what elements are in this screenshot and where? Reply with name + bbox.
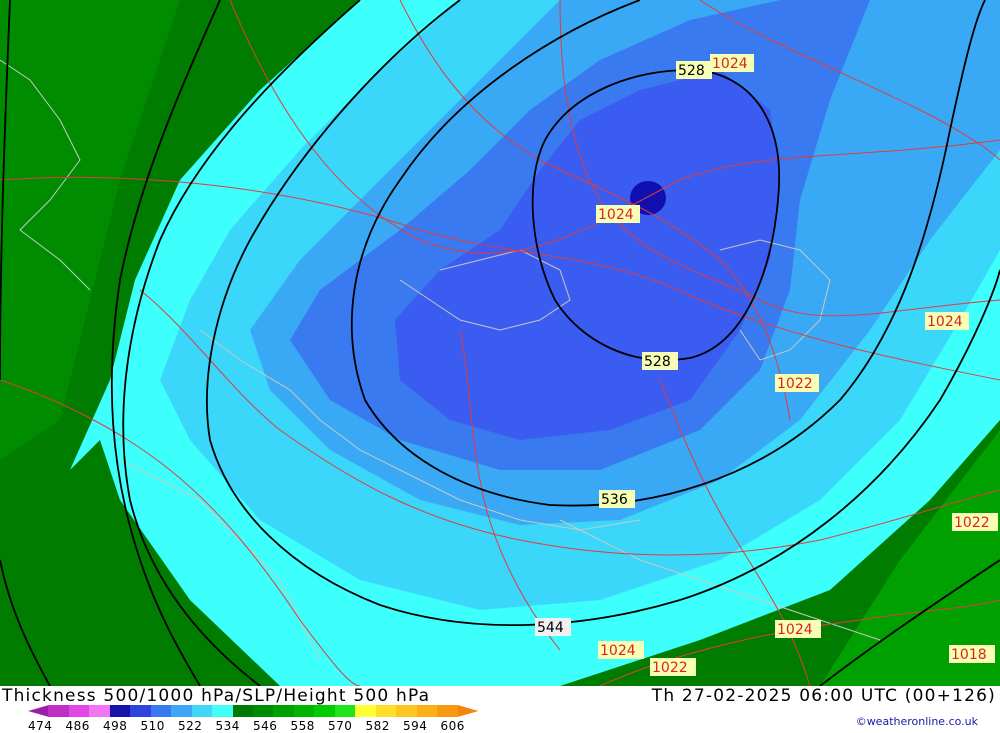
legend-swatch [457,705,479,717]
legend-swatch [109,705,131,717]
color-legend: 474 486 498 510 522 534 546 558 570 582 594 606 [28,705,479,733]
legend-swatch [253,705,274,717]
height-label: 544 [537,620,564,636]
legend-tick-label: 510 [140,719,165,733]
legend-swatch [68,705,90,717]
legend-tick-label: 606 [440,719,465,733]
legend-swatch [191,705,213,717]
legend-tick-label: 498 [103,719,128,733]
legend-swatch [130,705,152,717]
legend-swatch [232,705,254,717]
legend-swatch [212,705,234,717]
legend-swatch [375,705,397,717]
height-label: 528 [644,354,671,370]
legend-tick-label: 558 [290,719,315,733]
legend-swatch [314,705,336,717]
legend-tick-label: 546 [253,719,278,733]
legend-tick-label: 582 [365,719,390,733]
pressure-label: 1022 [652,660,688,676]
valid-time: Th 27-02-2025 06:00 UTC (00+126) [651,686,996,706]
height-label: 536 [601,492,628,508]
legend-swatch [416,705,438,717]
legend-swatch [28,705,49,717]
legend-swatch [273,705,295,717]
pressure-label: 1022 [954,515,990,531]
pressure-label: 1024 [598,207,634,223]
pressure-label: 1022 [777,376,813,392]
legend-swatch [89,705,111,717]
legend-tick-label: 486 [65,719,90,733]
legend-swatch [150,705,172,717]
legend-tick-label: 570 [328,719,353,733]
legend-swatch [396,705,418,717]
pressure-label: 1024 [777,622,813,638]
legend-swatch [355,705,377,717]
height-label: 528 [678,63,705,79]
legend-swatch [293,705,315,717]
legend-color-bar [28,705,479,717]
legend-swatch [171,705,193,717]
pressure-label: 1024 [600,643,636,659]
legend-swatch [334,705,356,717]
pressure-label: 1018 [951,647,987,663]
map-title: Thickness 500/1000 hPa/SLP/Height 500 hP… [2,686,431,706]
map-footer: Thickness 500/1000 hPa/SLP/Height 500 hP… [0,686,1000,733]
legend-swatch [437,705,459,717]
weather-map: 528 528 536 544 1024 1024 1024 1022 1022… [0,0,1000,686]
legend-tick-label: 474 [28,719,53,733]
legend-tick-label: 594 [403,719,428,733]
legend-tick-label: 534 [215,719,240,733]
pressure-label: 1024 [927,314,963,330]
pressure-label: 1024 [712,56,748,72]
legend-tick-label: 522 [178,719,203,733]
credit-link[interactable]: ©weatheronline.co.uk [856,715,978,728]
legend-swatch [48,705,70,717]
